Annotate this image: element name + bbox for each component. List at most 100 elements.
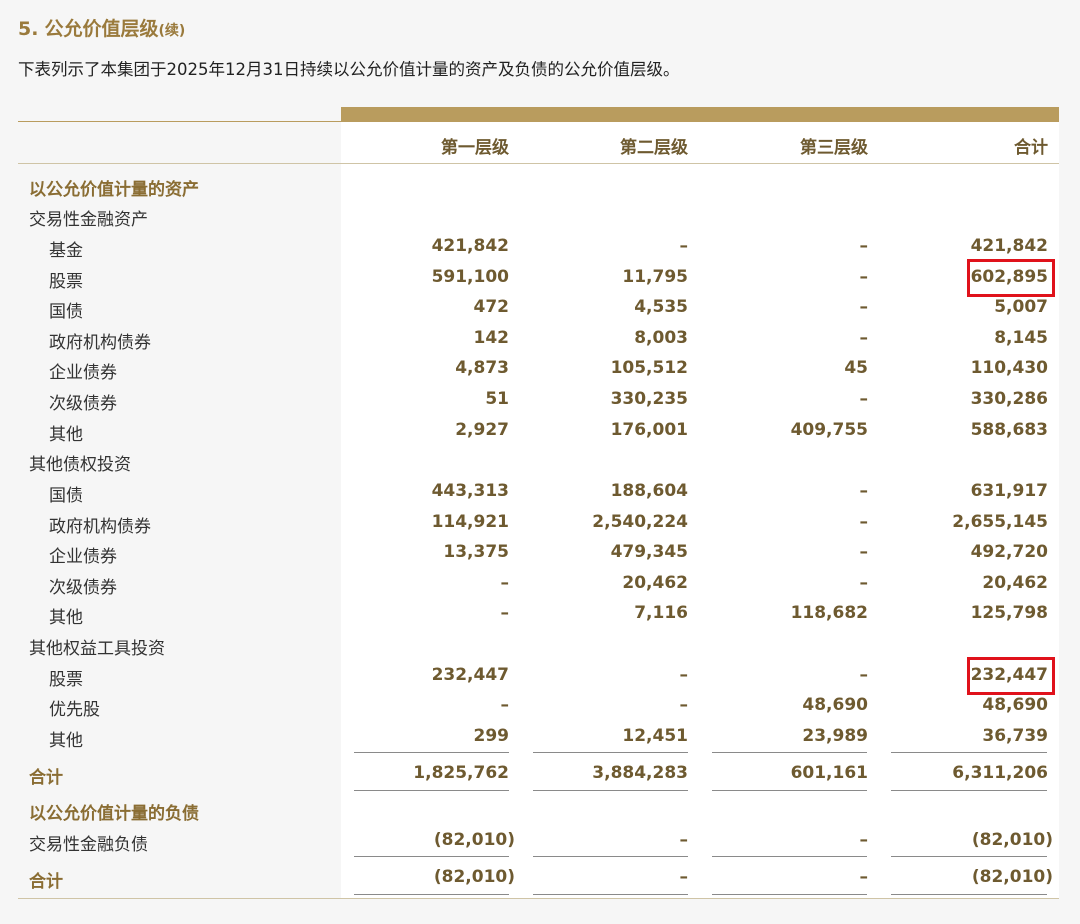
section-row: 以公允价值计量的资产 — [18, 175, 1059, 205]
row-label: 国债 — [49, 302, 83, 322]
cell-total: 6,311,206 — [952, 763, 1048, 783]
cell-total: 36,739 — [982, 726, 1048, 746]
cell-level2: – — [679, 236, 689, 256]
cell-level3: 118,682 — [790, 603, 868, 623]
table-row: 基金 421,842 – – 421,842 — [18, 236, 1059, 266]
row-label: 以公允价值计量的资产 — [29, 180, 199, 200]
section-number: 5. — [18, 18, 39, 40]
cell-total: 492,720 — [970, 542, 1048, 562]
row-label: 企业债券 — [49, 547, 117, 567]
group-row: 交易性金融资产 — [18, 205, 1059, 235]
cell-total: 8,145 — [994, 328, 1048, 348]
section-title: 公允价值层级 — [44, 18, 159, 40]
cell-total: 48,690 — [982, 695, 1048, 715]
cell-level1: 114,921 — [431, 512, 509, 532]
column-header-level1: 第一层级 — [441, 138, 509, 158]
row-label: 基金 — [49, 241, 83, 261]
cell-level3: – — [859, 389, 869, 409]
cell-level3: – — [859, 267, 869, 287]
cell-level1: (82,010) — [433, 830, 515, 850]
cell-total: 588,683 — [970, 420, 1048, 440]
subtotal-rule — [712, 894, 867, 895]
cell-level3: – — [859, 830, 869, 850]
cell-level1: 2,927 — [455, 420, 509, 440]
row-label: 优先股 — [49, 700, 100, 720]
total-row: 合计 (82,010) – – (82,010) — [18, 867, 1059, 897]
subtotal-rule — [891, 856, 1047, 857]
row-label: 次级债券 — [49, 394, 117, 414]
cell-level1: 472 — [473, 297, 510, 317]
row-label: 其他 — [49, 608, 83, 628]
cell-level3: – — [859, 867, 869, 887]
row-label: 次级债券 — [49, 578, 117, 598]
cell-total: 125,798 — [970, 603, 1048, 623]
subtotal-rule — [712, 752, 867, 753]
cell-level1: – — [500, 573, 510, 593]
cell-level2: – — [679, 830, 689, 850]
cell-level2: 479,345 — [610, 542, 688, 562]
cell-level1: 1,825,762 — [413, 763, 509, 783]
cell-level2: 188,604 — [610, 481, 688, 501]
cell-level2: 330,235 — [610, 389, 688, 409]
row-label: 股票 — [49, 670, 83, 690]
row-label: 股票 — [49, 272, 83, 292]
cell-level1: 299 — [473, 726, 510, 746]
total-row: 合计 1,825,762 3,884,283 601,161 6,311,206 — [18, 763, 1059, 793]
cell-level2: – — [679, 867, 689, 887]
cell-level2: 3,884,283 — [592, 763, 688, 783]
table-row: 企业债券 13,375 479,345 – 492,720 — [18, 542, 1059, 572]
cell-level1: (82,010) — [433, 867, 515, 887]
group-row: 其他权益工具投资 — [18, 634, 1059, 664]
table-row: 国债 443,313 188,604 – 631,917 — [18, 481, 1059, 511]
table-row: 其他 2,927 176,001 409,755 588,683 — [18, 420, 1059, 450]
cell-level2: 4,535 — [634, 297, 688, 317]
row-label: 合计 — [29, 768, 63, 788]
cell-level3: 409,755 — [790, 420, 868, 440]
subtotal-rule — [354, 752, 509, 753]
table-bottom-rule — [18, 898, 1059, 899]
cell-total: 20,462 — [982, 573, 1048, 593]
cell-total: 330,286 — [970, 389, 1048, 409]
cell-total: 421,842 — [970, 236, 1048, 256]
section-suffix: (续) — [158, 23, 186, 39]
subtotal-rule — [354, 790, 509, 791]
row-label: 政府机构债券 — [49, 517, 151, 537]
section-heading: 5. 公允价值层级(续) — [18, 14, 185, 41]
subtotal-rule — [354, 856, 509, 857]
cell-level1: 142 — [473, 328, 510, 348]
fair-value-table: 第一层级 第二层级 第三层级 合计 以公允价值计量的资产 交易性金融资产 基金 421… — [18, 107, 1059, 899]
subtotal-rule — [533, 752, 688, 753]
row-label: 其他债权投资 — [29, 455, 131, 475]
cell-total: 110,430 — [970, 358, 1048, 378]
row-label: 其他权益工具投资 — [29, 639, 165, 659]
table-row: 政府机构债券 114,921 2,540,224 – 2,655,145 — [18, 512, 1059, 542]
intro-paragraph: 下表列示了本集团于2025年12月31日持续以公允价值计量的资产及负债的公允价值… — [18, 60, 680, 79]
header-accent-bar — [341, 107, 1059, 122]
cell-level3: – — [859, 481, 869, 501]
cell-level3: 601,161 — [790, 763, 868, 783]
table-row: 次级债券 51 330,235 – 330,286 — [18, 389, 1059, 419]
cell-level1: 13,375 — [443, 542, 509, 562]
cell-level2: – — [679, 695, 689, 715]
table-row: 其他 – 7,116 118,682 125,798 — [18, 603, 1059, 633]
cell-level2: 2,540,224 — [592, 512, 688, 532]
cell-level1: 4,873 — [455, 358, 509, 378]
row-label: 交易性金融负债 — [29, 835, 148, 855]
table-row: 股票 232,447– –232,447 — [18, 665, 1059, 695]
table-row: 股票 591,100 11,795–602,895 — [18, 267, 1059, 297]
cell-level1: 232,447 — [431, 665, 509, 685]
cell-total: (82,010) — [971, 830, 1053, 850]
cell-level1: – — [500, 603, 510, 623]
table-row: 国债 472 4,535 – 5,007 — [18, 297, 1059, 327]
cell-level3: – — [859, 665, 869, 685]
cell-level2: 8,003 — [634, 328, 688, 348]
row-label: 以公允价值计量的负债 — [29, 804, 199, 824]
cell-level2: 20,462 — [622, 573, 688, 593]
cell-level1: 591,100 — [431, 267, 509, 287]
highlight-box — [967, 657, 1055, 695]
subtotal-rule — [712, 790, 867, 791]
cell-level3: – — [859, 297, 869, 317]
cell-level1: 421,842 — [431, 236, 509, 256]
cell-total: (82,010) — [971, 867, 1053, 887]
table-row: 政府机构债券 142 8,003 – 8,145 — [18, 328, 1059, 358]
